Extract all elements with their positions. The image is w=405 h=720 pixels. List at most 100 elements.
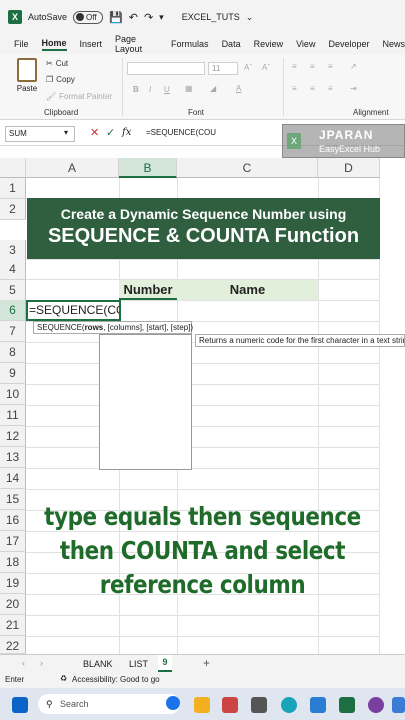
enter-formula-icon[interactable]: ✓ — [106, 126, 115, 139]
windows-start-icon[interactable] — [12, 697, 28, 713]
paste-button[interactable]: Paste — [14, 58, 40, 93]
scroll-right-icon[interactable]: › — [40, 658, 43, 668]
autosave-toggle[interactable]: Off — [73, 10, 104, 24]
taskbar-search[interactable]: Search — [38, 694, 180, 714]
app-icon[interactable] — [222, 697, 238, 713]
file-name[interactable]: EXCEL_TUTS — [182, 12, 240, 22]
scroll-left-icon[interactable]: ‹ — [22, 658, 25, 668]
sheet-tab-list[interactable]: LIST — [129, 659, 148, 669]
grid-line — [26, 636, 380, 637]
function-signature-tooltip[interactable]: SEQUENCE(rows, [columns], [start], [step… — [33, 321, 194, 334]
grid-line — [26, 363, 380, 364]
tab-file[interactable]: File — [14, 39, 29, 49]
cell-formula-text: =SEQUENCE(COU — [29, 303, 119, 317]
clipboard-group-label: Clipboard — [44, 108, 79, 117]
toggle-label: Off — [86, 12, 97, 22]
ribbon: Paste ✂ Cut ❐ Copy 🖌 Format Painter Clipboa… — [0, 54, 405, 120]
autocomplete-list[interactable] — [99, 334, 192, 470]
clipboard-icon — [17, 58, 37, 82]
align-bottom-icon[interactable]: ≡ — [328, 62, 333, 71]
font-name-box[interactable] — [127, 62, 205, 75]
watermark-x-icon: X — [287, 133, 301, 149]
bing-icon[interactable] — [166, 696, 180, 710]
excel-logo-icon: X — [8, 10, 22, 24]
insert-function-icon[interactable]: fx — [122, 127, 131, 138]
watermark: X JPARAN EasyExcel Hub — [282, 124, 405, 158]
formula-input[interactable]: =SEQUENCE(COU — [146, 128, 216, 137]
tab-insert[interactable]: Insert — [80, 39, 103, 49]
name-column-header[interactable]: Name — [177, 282, 318, 297]
accessibility-icon[interactable]: ♻ — [60, 674, 67, 683]
tab-data[interactable]: Data — [222, 39, 241, 49]
font-group-label: Font — [188, 108, 205, 117]
chevron-down-icon[interactable]: ⌄ — [246, 12, 254, 23]
number-column-header[interactable]: Number — [119, 282, 177, 297]
autosave-label: AutoSave — [28, 12, 68, 22]
namebox-dropdown-icon[interactable]: ▾ — [64, 128, 68, 137]
orientation-icon[interactable]: ↗ — [350, 62, 357, 71]
ribbon-tabs: File Home Insert Page Layout Formulas Da… — [0, 34, 405, 54]
border-icon[interactable]: ▦ — [185, 84, 193, 93]
underline-button[interactable]: U — [164, 85, 170, 94]
redo-icon[interactable]: ↷ — [144, 11, 153, 24]
tab-formulas[interactable]: Formulas — [171, 39, 209, 49]
tooltip-rows-arg[interactable]: rows — [85, 323, 104, 332]
sheet-tab-blank[interactable]: BLANK — [83, 659, 113, 669]
italic-button[interactable]: I — [149, 85, 151, 94]
windows-taskbar: Search ⚲ — [0, 688, 405, 720]
font-grow-icon[interactable]: Aˆ — [244, 63, 252, 72]
tab-news[interactable]: News — [382, 39, 405, 49]
file-explorer-icon[interactable] — [194, 697, 210, 713]
tab-developer[interactable]: Developer — [328, 39, 369, 49]
edge-icon[interactable] — [281, 697, 297, 713]
font-shrink-icon[interactable]: Aˇ — [262, 63, 270, 72]
app-icon[interactable] — [392, 697, 405, 713]
undo-icon[interactable]: ↶ — [129, 11, 138, 24]
indent-icon[interactable]: ⇥ — [350, 84, 357, 93]
font-color-icon[interactable]: A — [236, 84, 241, 93]
grid-line — [26, 447, 380, 448]
app-icon[interactable] — [368, 697, 384, 713]
tab-view[interactable]: View — [296, 39, 315, 49]
tab-review[interactable]: Review — [254, 39, 284, 49]
align-left-icon[interactable]: ≡ — [292, 84, 297, 93]
tab-home[interactable]: Home — [41, 38, 67, 51]
caption-line-2: then COUNTA and select — [59, 536, 346, 565]
save-icon[interactable]: 💾 — [109, 11, 123, 24]
mode-indicator: Enter — [5, 675, 25, 684]
sheet-tab-active[interactable]: 9 — [158, 655, 172, 672]
app-icon[interactable] — [310, 697, 326, 713]
excel-taskbar-icon[interactable] — [339, 697, 355, 713]
align-center-icon[interactable]: ≡ — [310, 84, 315, 93]
qat-more-icon[interactable]: ▾ — [159, 12, 164, 23]
scissors-icon: ✂ — [46, 59, 53, 68]
align-middle-icon[interactable]: ≡ — [310, 62, 315, 71]
cancel-formula-icon[interactable]: ✕ — [90, 126, 99, 139]
copy-button[interactable]: ❐ Copy — [46, 75, 75, 84]
font-size-box[interactable]: 11 — [208, 62, 238, 75]
watermark-subtitle: EasyExcel Hub — [319, 144, 381, 154]
align-right-icon[interactable]: ≡ — [328, 84, 333, 93]
accessibility-status[interactable]: Accessibility: Good to go — [72, 675, 160, 684]
title-bar: X AutoSave Off 💾 ↶ ↷ ▾ EXCEL_TUTS ⌄ — [0, 0, 405, 34]
tooltip-other-args: , [columns], [start], [step]) — [103, 323, 194, 332]
tab-page-layout[interactable]: Page Layout — [115, 34, 158, 54]
caption-line-1: type equals then sequence — [44, 502, 361, 531]
banner-line-2: SEQUENCE & COUNTA Function — [47, 225, 360, 247]
grid-line — [26, 468, 380, 469]
banner-line-1: Create a Dynamic Sequence Number using — [60, 206, 347, 222]
add-sheet-icon[interactable]: + — [203, 656, 210, 670]
active-cell-editor[interactable]: =SEQUENCE(COU — [26, 300, 121, 321]
fill-color-icon[interactable]: ◢ — [210, 84, 216, 93]
app-icon[interactable] — [251, 697, 267, 713]
format-painter-label: Format Painter — [59, 92, 113, 101]
bold-button[interactable]: B — [133, 85, 139, 94]
grid-line — [26, 426, 380, 427]
title-banner[interactable]: Create a Dynamic Sequence Number using S… — [27, 198, 380, 259]
grid-line — [26, 259, 380, 260]
cut-button[interactable]: ✂ Cut — [46, 59, 68, 68]
alignment-group-label: Alignment — [353, 108, 389, 117]
caption-line-3: reference column — [99, 570, 306, 599]
format-painter-button[interactable]: 🖌 Format Painter — [46, 92, 112, 101]
align-top-icon[interactable]: ≡ — [292, 62, 297, 71]
